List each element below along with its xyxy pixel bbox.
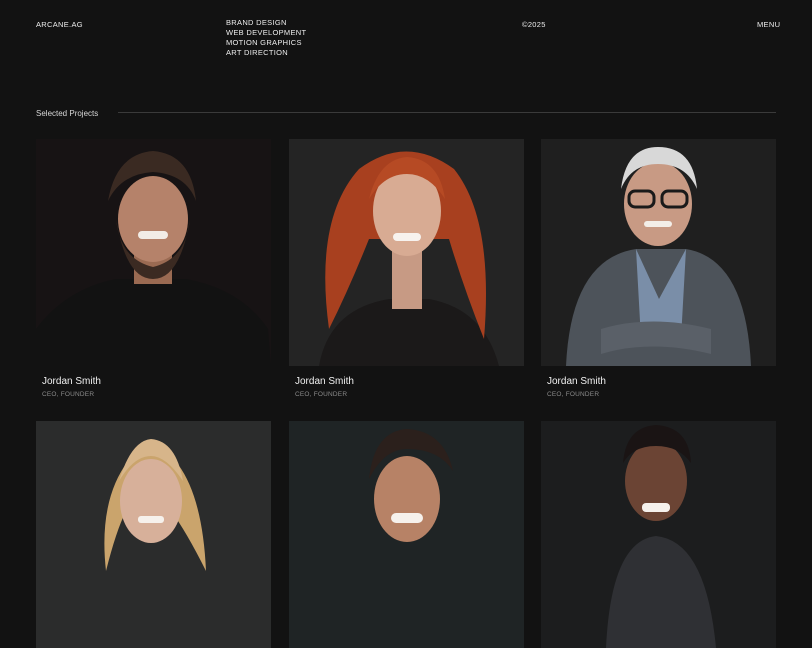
team-photo: [289, 139, 524, 366]
section-title: Selected Projects: [36, 109, 99, 118]
services-list: BRAND DESIGN WEB DEVELOPMENT MOTION GRAP…: [226, 18, 306, 58]
team-card[interactable]: Jordan Smith CEO, FOUNDER: [541, 139, 776, 398]
team-role: CEO, FOUNDER: [295, 391, 348, 398]
portrait-image: [36, 139, 271, 366]
brand-logo[interactable]: ARCANE.AG: [36, 20, 83, 29]
service-item[interactable]: MOTION GRAPHICS: [226, 38, 306, 48]
team-photo: [36, 139, 271, 366]
portrait-image: [289, 421, 524, 648]
team-card[interactable]: [36, 421, 271, 648]
service-item[interactable]: ART DIRECTION: [226, 48, 306, 58]
service-item[interactable]: BRAND DESIGN: [226, 18, 306, 28]
team-name: Jordan Smith: [547, 376, 606, 387]
team-photo: [541, 139, 776, 366]
copyright-text: ©2025: [522, 20, 546, 29]
team-photo: [36, 421, 271, 648]
team-name: Jordan Smith: [295, 376, 354, 387]
service-item[interactable]: WEB DEVELOPMENT: [226, 28, 306, 38]
team-photo: [289, 421, 524, 648]
team-card[interactable]: [541, 421, 776, 648]
portrait-image: [541, 421, 776, 648]
team-role: CEO, FOUNDER: [42, 391, 95, 398]
team-name: Jordan Smith: [42, 376, 101, 387]
team-role: CEO, FOUNDER: [547, 391, 600, 398]
menu-button[interactable]: MENU: [757, 20, 780, 29]
team-card[interactable]: [289, 421, 524, 648]
portrait-image: [289, 139, 524, 366]
portrait-image: [541, 139, 776, 366]
portrait-image: [36, 421, 271, 648]
team-photo: [541, 421, 776, 648]
team-card[interactable]: Jordan Smith CEO, FOUNDER: [289, 139, 524, 398]
team-card[interactable]: Jordan Smith CEO, FOUNDER: [36, 139, 271, 398]
section-divider: [118, 112, 776, 113]
